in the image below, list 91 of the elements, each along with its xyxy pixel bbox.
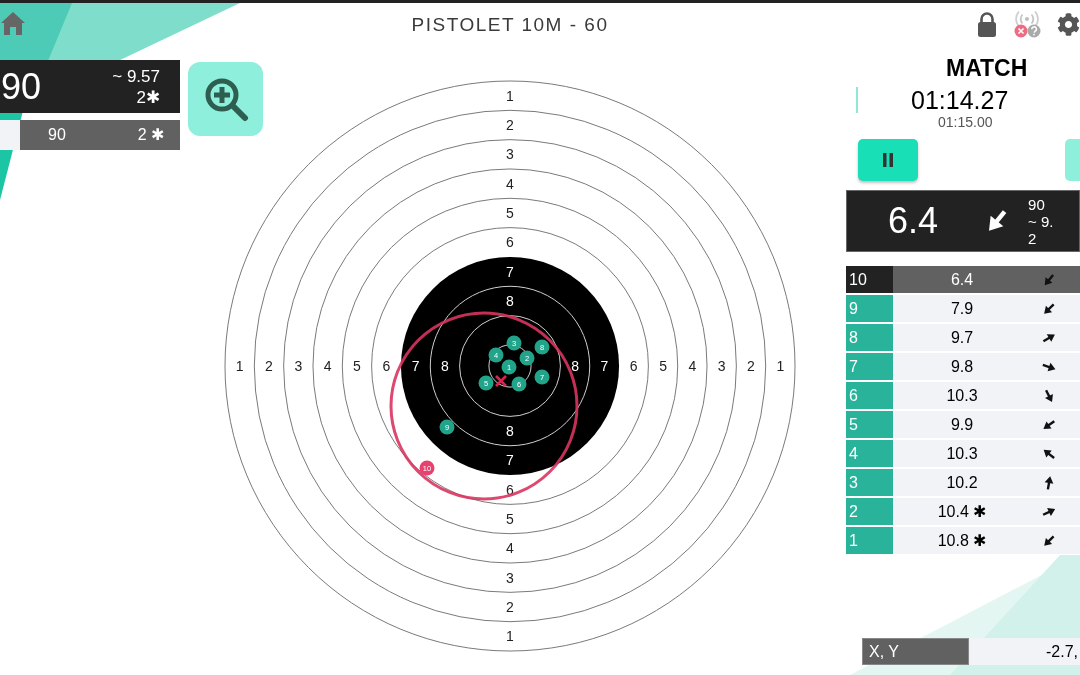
- shot-number: 4: [846, 440, 893, 467]
- shot-score: 10.4 ✱: [937, 501, 987, 522]
- shot-number: 9: [846, 295, 893, 322]
- ring-number: 1: [506, 87, 514, 104]
- shot-number: 7: [846, 353, 893, 380]
- shot-number: 3: [846, 469, 893, 496]
- shot-score: 6.4: [950, 269, 974, 290]
- empty-cell: [0, 120, 20, 150]
- direction-arrow-icon: [1042, 475, 1056, 490]
- shot-number: 6: [846, 382, 893, 409]
- shot-number: 2: [846, 498, 893, 525]
- shot-row[interactable]: 2 10.4 ✱: [846, 498, 1080, 525]
- summary-inner-tens: 2 ✱: [137, 125, 164, 145]
- pause-icon: [882, 153, 894, 167]
- cross-marker-icon: [494, 374, 508, 388]
- ring-number: 6: [506, 234, 514, 251]
- shot-row[interactable]: 5 9.9: [846, 411, 1080, 438]
- ring-number: 6: [629, 358, 638, 374]
- shot-score: 10.2: [946, 472, 978, 493]
- ring-number: 1: [776, 358, 785, 374]
- ring-number: 3: [506, 569, 514, 586]
- settings-icon[interactable]: [1057, 12, 1080, 36]
- series-inner-tens: 2✱: [136, 86, 160, 108]
- shot-row[interactable]: 6 10.3: [846, 382, 1080, 409]
- ring-number: 6: [382, 358, 391, 374]
- ring-number: 2: [506, 599, 514, 615]
- shot-row[interactable]: 4 10.3: [846, 440, 1080, 467]
- ring-number: 8: [506, 423, 514, 440]
- shot-score: 9.8: [950, 356, 974, 377]
- series-total: 90: [1, 66, 42, 107]
- shot-score: 7.9: [950, 298, 974, 319]
- series-average: ~ 9.57: [112, 65, 160, 87]
- ring-number: 3: [294, 358, 303, 374]
- ring-number: 5: [659, 358, 667, 374]
- direction-arrow-icon: [1042, 272, 1056, 287]
- home-icon[interactable]: [0, 11, 26, 35]
- shot-number: 10: [846, 266, 893, 293]
- pause-button[interactable]: [858, 139, 918, 181]
- ring-number: 7: [506, 452, 514, 469]
- direction-arrow-icon: [1042, 388, 1056, 403]
- shot-number: 8: [846, 324, 893, 351]
- position-label: X, Y: [862, 638, 969, 665]
- shot-row[interactable]: 1 10.8 ✱: [846, 527, 1080, 554]
- ring-number: 7: [411, 358, 420, 374]
- summary-total: 90: [48, 125, 66, 145]
- mode-title: MATCH: [946, 55, 1028, 81]
- shot-row[interactable]: 8 9.7: [846, 324, 1080, 351]
- last-shot-score: 6.4: [888, 201, 939, 241]
- shot-score: 10.8 ✱: [937, 530, 987, 551]
- ring-number: 2: [265, 358, 273, 374]
- shot-score: 9.7: [950, 327, 974, 348]
- shot-row[interactable]: 10 6.4: [846, 266, 1080, 293]
- ring-number: 1: [506, 628, 514, 645]
- last-shot-average: ~ 9.: [1028, 212, 1054, 230]
- direction-arrow-icon: [1042, 301, 1056, 316]
- shot-row[interactable]: 3 10.2: [846, 469, 1080, 496]
- ring-number: 3: [506, 146, 514, 163]
- ring-number: 7: [506, 263, 514, 280]
- ring-number: 4: [323, 358, 332, 374]
- position-value: -2.7,: [1046, 641, 1078, 662]
- shot-row[interactable]: 9 7.9: [846, 295, 1080, 322]
- page-title: PISTOLET 10M - 60: [411, 12, 609, 37]
- ring-number: 5: [506, 511, 514, 528]
- time-limit: 01:15.00: [938, 114, 993, 130]
- ring-number: 5: [506, 204, 514, 221]
- ring-number: 8: [441, 358, 449, 374]
- ring-number: 4: [688, 358, 697, 374]
- direction-arrow-icon: [1042, 533, 1056, 548]
- ring-number: 6: [506, 481, 514, 498]
- shot-score: 10.3: [946, 385, 978, 406]
- ring-number: 8: [506, 292, 514, 309]
- shot-score: 9.9: [950, 414, 974, 435]
- last-shot-total: 90: [1028, 195, 1045, 213]
- elapsed-time: 01:14.27: [911, 86, 1009, 114]
- ring-number: 7: [600, 358, 609, 374]
- ring-number: 2: [506, 117, 514, 133]
- shot-score: 10.3: [946, 443, 978, 464]
- shot-row[interactable]: 7 9.8: [846, 353, 1080, 380]
- direction-arrow-icon: [1042, 417, 1056, 432]
- ring-number: 4: [506, 175, 514, 192]
- ring-number: 8: [571, 358, 579, 374]
- ring-number: 3: [717, 358, 726, 374]
- shot-number: 5: [846, 411, 893, 438]
- last-shot-inner-tens: 2: [1028, 229, 1037, 247]
- ring-number: 5: [353, 358, 361, 374]
- ring-number: 2: [747, 358, 755, 374]
- zoom-button[interactable]: [188, 62, 263, 136]
- ring-number: 1: [235, 358, 244, 374]
- ring-number: 4: [506, 540, 514, 557]
- shot-number: 1: [846, 527, 893, 554]
- lock-icon[interactable]: [977, 11, 997, 37]
